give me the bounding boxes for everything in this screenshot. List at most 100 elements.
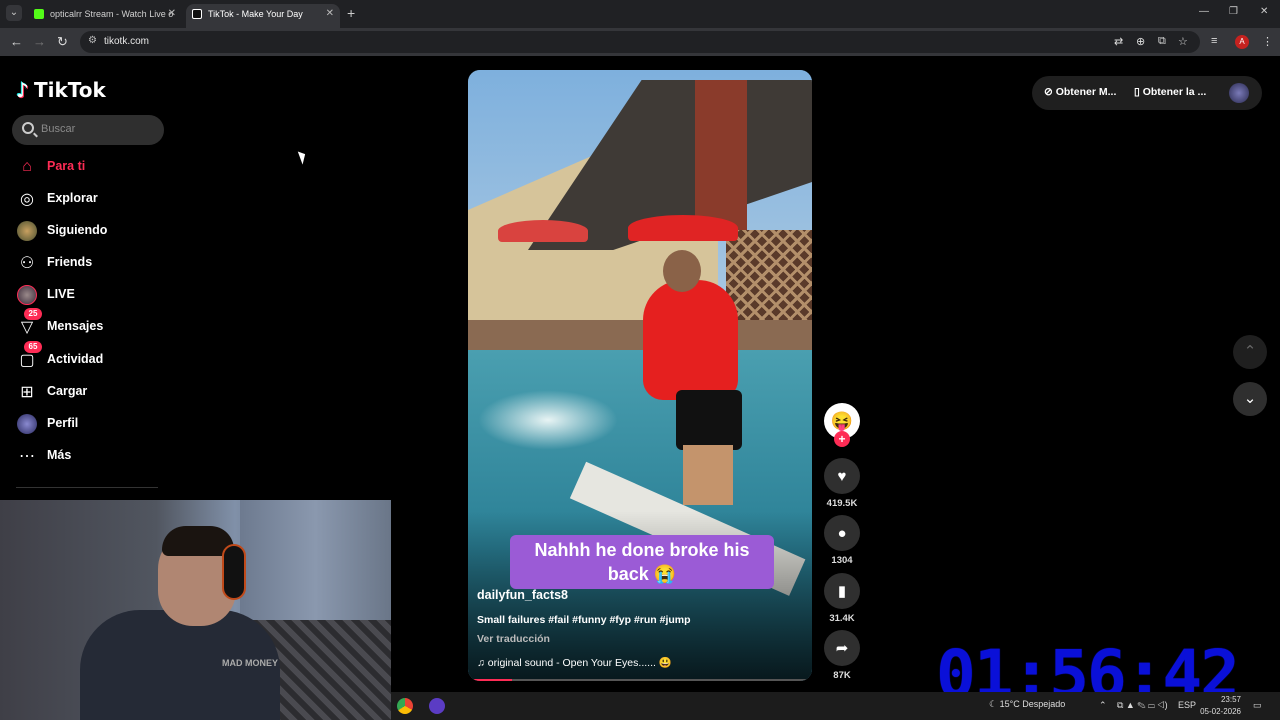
video-umbrella bbox=[498, 220, 588, 242]
weather-widget[interactable]: ☾ 15°C Despejado bbox=[989, 699, 1065, 710]
sidebar-item-perfil[interactable]: Perfil bbox=[16, 411, 166, 439]
install-icon[interactable]: ⧉ bbox=[1158, 35, 1166, 48]
zoom-icon[interactable]: ⊕ bbox=[1136, 35, 1145, 48]
webcam-overlay: MAD MONEY bbox=[0, 500, 391, 720]
forward-icon[interactable]: → bbox=[33, 34, 46, 49]
music-note-icon: ♫ bbox=[477, 657, 488, 669]
sound-title: original sound - Open Your Eyes...... 😃 bbox=[487, 657, 672, 669]
sidebar-item-para-ti[interactable]: ⌂ Para ti bbox=[16, 154, 166, 182]
more-icon: ⋯ bbox=[19, 448, 35, 465]
tab-title: opticalrr Stream - Watch Live o bbox=[50, 9, 174, 19]
get-app-button[interactable]: ▯ Obtener la ... bbox=[1134, 86, 1206, 98]
user-avatar[interactable] bbox=[1229, 83, 1249, 103]
search-icon bbox=[22, 122, 34, 134]
profile-avatar-icon bbox=[16, 413, 38, 435]
close-tab-icon[interactable]: ✕ bbox=[168, 4, 176, 24]
video-description[interactable]: Small failures #fail #funny #fyp #run #j… bbox=[477, 614, 691, 626]
video-person-head bbox=[663, 250, 701, 292]
system-clock[interactable]: 23:57 05-02-2026 bbox=[1199, 694, 1241, 718]
video-caption: Nahhh he done broke his back 😭 bbox=[510, 535, 774, 589]
activity-badge: 65 bbox=[24, 341, 42, 353]
friends-icon: ⚇ bbox=[19, 255, 35, 272]
sidebar-item-siguiendo[interactable]: Siguiendo bbox=[16, 218, 166, 246]
get-app-label: Obtener la ... bbox=[1142, 86, 1207, 98]
bookmark-star-icon[interactable]: ☆ bbox=[1178, 35, 1188, 48]
sidebar-item-actividad[interactable]: ▢ 65 Actividad bbox=[16, 341, 166, 375]
sidebar-item-label: Friends bbox=[47, 255, 93, 269]
browser-tab-strip: ⌄ opticalrr Stream - Watch Live o ✕ TikT… bbox=[0, 0, 1280, 28]
sidebar-item-label: LIVE bbox=[47, 287, 75, 301]
like-count: 419.5K bbox=[826, 498, 858, 509]
comment-button[interactable]: ● bbox=[824, 515, 860, 551]
sidebar-item-live[interactable]: LIVE bbox=[16, 282, 166, 310]
chrome-taskbar-icon[interactable] bbox=[397, 698, 413, 714]
compass-icon: ◎ bbox=[20, 191, 34, 208]
reload-icon[interactable]: ↻ bbox=[57, 34, 68, 50]
profile-avatar[interactable]: A bbox=[1235, 35, 1249, 49]
share-button[interactable]: ➦ bbox=[824, 630, 860, 666]
sidebar-item-cargar[interactable]: ⊞ Cargar bbox=[16, 379, 166, 407]
kebab-menu-icon[interactable]: ⋮ bbox=[1262, 35, 1273, 48]
tab-title: TikTok - Make Your Day bbox=[208, 9, 303, 19]
language-indicator[interactable]: ESP bbox=[1178, 700, 1196, 710]
avatar-icon bbox=[16, 220, 38, 242]
tray-icons[interactable]: ⧉ ▲ ✎ ▭ ◁) bbox=[1117, 700, 1168, 711]
close-tab-icon[interactable]: ✕ bbox=[326, 4, 334, 24]
notifications-icon[interactable]: ▭ bbox=[1253, 700, 1262, 711]
video-person-legs bbox=[683, 445, 733, 505]
next-video-button[interactable]: ⌄ bbox=[1233, 382, 1267, 416]
clock-date: 05-02-2026 bbox=[1200, 707, 1241, 716]
media-control-icon[interactable]: ≡ bbox=[1211, 35, 1217, 47]
sidebar-item-mensajes[interactable]: ▽ 25 Mensajes bbox=[16, 308, 166, 342]
search-input[interactable]: Buscar bbox=[12, 115, 164, 145]
tab-search-button[interactable]: ⌄ bbox=[6, 5, 22, 21]
save-button[interactable]: ▮ bbox=[824, 573, 860, 609]
site-info-icon[interactable]: ⚙ bbox=[88, 35, 97, 46]
video-player[interactable]: Nahhh he done broke his back 😭 dailyfun_… bbox=[468, 70, 812, 681]
translate-icon[interactable]: ⇄ bbox=[1114, 35, 1123, 48]
weather-text: 15°C Despejado bbox=[999, 699, 1066, 709]
like-button[interactable]: ♥ bbox=[824, 458, 860, 494]
get-coins-button[interactable]: ⊘ Obtener M... bbox=[1044, 86, 1116, 98]
see-translation-link[interactable]: Ver traducción bbox=[477, 633, 550, 645]
curtain bbox=[240, 500, 391, 620]
tiktok-note-icon: ♪ bbox=[16, 78, 29, 102]
browser-toolbar: ← → ↻ ⚙ tikotk.com ⇄ ⊕ ⧉ ☆ ≡ A ⋮ bbox=[0, 28, 1280, 56]
video-person-shirt bbox=[643, 280, 738, 400]
tab-opticalrr[interactable]: opticalrr Stream - Watch Live o ✕ bbox=[28, 4, 182, 28]
header-actions: ⊘ Obtener M... ▯ Obtener la ... bbox=[1032, 76, 1262, 110]
save-count: 31.4K bbox=[829, 613, 855, 624]
sidebar-item-mas[interactable]: ⋯ Más bbox=[16, 443, 166, 471]
tray-chevron-icon[interactable]: ⌃ bbox=[1099, 700, 1107, 711]
previous-video-button[interactable]: ⌃ bbox=[1233, 335, 1267, 369]
tiktok-favicon-icon bbox=[192, 9, 202, 19]
sidebar-item-explorar[interactable]: ◎ Explorar bbox=[16, 186, 166, 214]
back-icon[interactable]: ← bbox=[10, 34, 23, 49]
sidebar-item-friends[interactable]: ⚇ Friends bbox=[16, 250, 166, 278]
video-sound[interactable]: ♫ original sound - Open Your Eyes...... … bbox=[477, 656, 672, 669]
bookmark-icon: ▮ bbox=[837, 583, 847, 600]
close-window-icon[interactable]: ✕ bbox=[1260, 6, 1268, 17]
kick-favicon-icon bbox=[34, 9, 44, 19]
url-text: tikotk.com bbox=[104, 36, 150, 47]
tiktok-logo[interactable]: ♪ TikTok bbox=[16, 78, 106, 102]
sidebar-item-label: Explorar bbox=[47, 191, 98, 205]
video-author[interactable]: dailyfun_facts8 bbox=[477, 588, 568, 602]
address-bar[interactable]: ⚙ tikotk.com ⇄ ⊕ ⧉ ☆ bbox=[80, 31, 1200, 53]
video-progress-fill bbox=[472, 679, 513, 681]
home-icon: ⌂ bbox=[22, 158, 32, 175]
live-avatar-icon bbox=[16, 284, 38, 306]
sidebar-item-label: Para ti bbox=[47, 159, 86, 173]
clock-time: 23:57 bbox=[1220, 695, 1241, 704]
follow-button[interactable]: + bbox=[834, 431, 850, 447]
new-tab-button[interactable]: + bbox=[347, 5, 355, 21]
share-count: 87K bbox=[833, 670, 851, 681]
restore-icon[interactable]: ❐ bbox=[1229, 6, 1238, 17]
video-progress-bar[interactable] bbox=[472, 679, 808, 681]
app-taskbar-icon[interactable] bbox=[429, 698, 445, 714]
get-coins-label: Obtener M... bbox=[1055, 86, 1117, 98]
tab-tiktok[interactable]: TikTok - Make Your Day ✕ bbox=[186, 4, 340, 28]
minimize-icon[interactable]: — bbox=[1199, 6, 1209, 17]
video-umbrella bbox=[628, 215, 738, 241]
sidebar-divider bbox=[16, 487, 158, 488]
